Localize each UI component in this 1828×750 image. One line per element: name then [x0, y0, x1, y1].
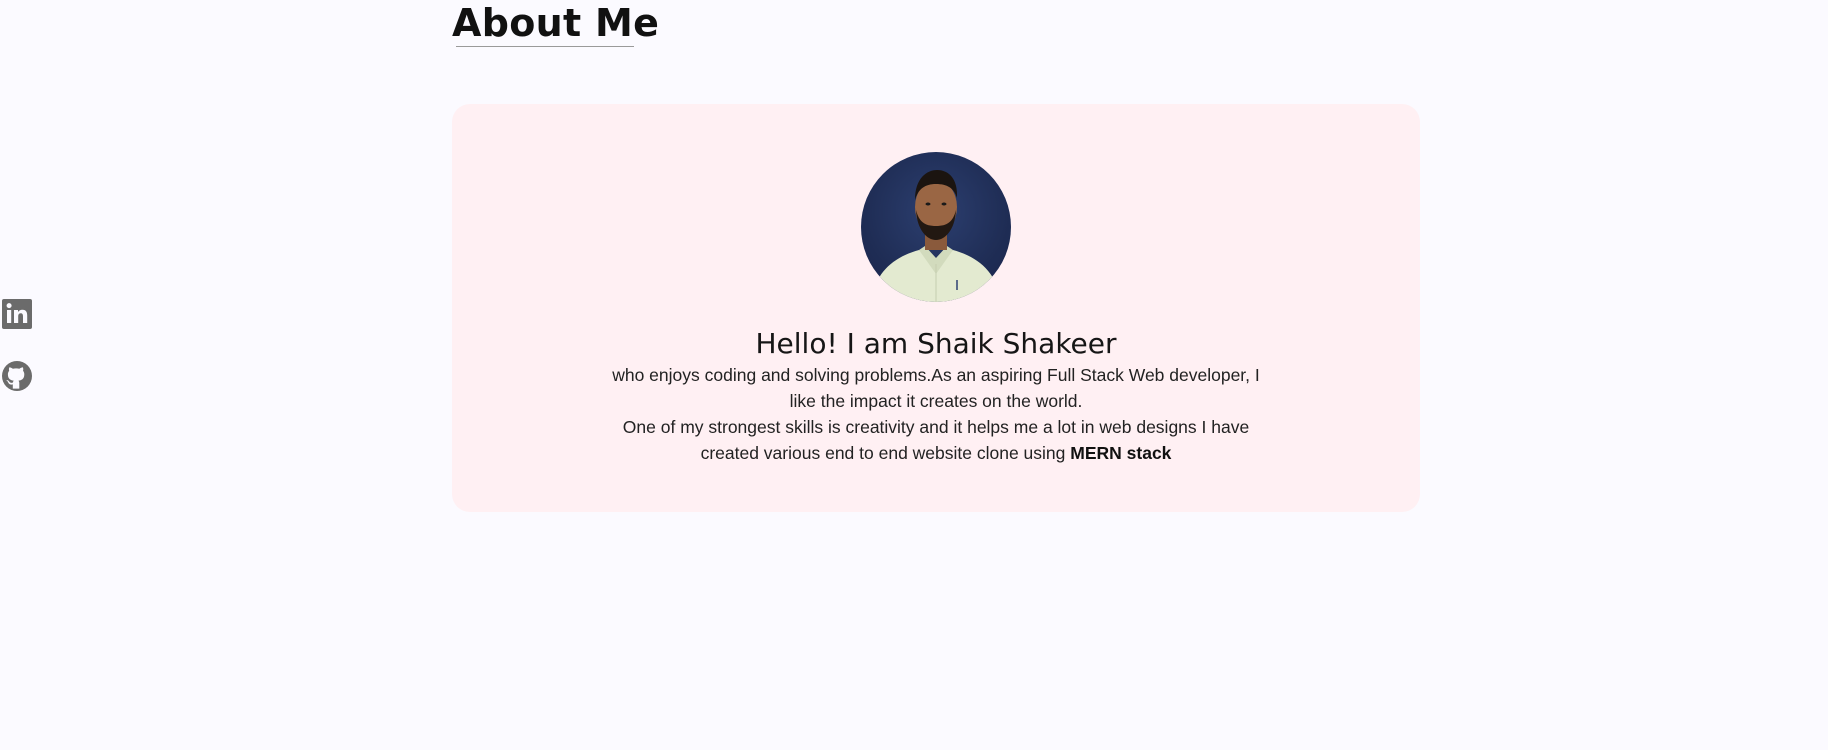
linkedin-icon — [2, 299, 32, 329]
social-links — [2, 298, 32, 392]
bio-text: who enjoys coding and solving problems.A… — [602, 362, 1270, 466]
bio-paragraph-2: One of my strongest skills is creativity… — [602, 414, 1270, 466]
bio-emphasis: MERN stack — [1070, 443, 1172, 463]
profile-avatar — [861, 152, 1011, 302]
bio-paragraph-1: who enjoys coding and solving problems.A… — [612, 365, 1260, 411]
greeting-heading: Hello! I am Shaik Shakeer — [755, 327, 1117, 360]
github-link[interactable] — [2, 360, 32, 392]
profile-photo-icon — [871, 170, 1001, 302]
title-underline — [456, 46, 634, 47]
github-icon — [2, 361, 32, 391]
linkedin-link[interactable] — [2, 298, 32, 330]
page: About Me Hello! I am Shaik Shakeer who e… — [0, 0, 1828, 750]
section-title: About Me — [452, 1, 660, 45]
about-card: Hello! I am Shaik Shakeer who enjoys cod… — [452, 104, 1420, 512]
